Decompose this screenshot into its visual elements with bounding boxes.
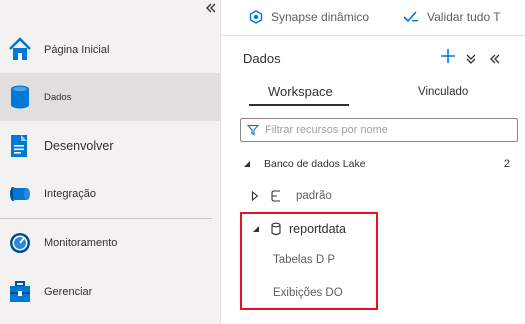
gauge-icon xyxy=(10,233,30,253)
tab-vinculado[interactable]: Vinculado xyxy=(418,86,468,98)
add-icon[interactable] xyxy=(439,46,457,66)
tree-item-padrao[interactable]: padrão xyxy=(251,187,332,205)
double-chevron-left-icon[interactable] xyxy=(489,49,501,69)
filter-icon xyxy=(247,124,259,136)
synapse-icon xyxy=(249,10,263,24)
nav-item-integracao[interactable]: Integração xyxy=(0,170,220,218)
pipeline-icon xyxy=(10,187,30,201)
caret-right-icon xyxy=(251,191,259,201)
document-icon xyxy=(11,135,27,157)
tree-group-label: Banco de dados Lake xyxy=(264,158,366,170)
home-icon xyxy=(9,37,31,60)
search-input[interactable] xyxy=(265,122,513,138)
validate-all-button[interactable]: Validar tudo T xyxy=(403,7,501,27)
collapse-all-icon[interactable] xyxy=(465,49,477,69)
nav-item-desenvolver[interactable]: Desenvolver xyxy=(0,122,220,170)
nav-item-label: Página Inicial xyxy=(44,44,110,56)
nav-item-label: Desenvolver xyxy=(44,139,114,153)
collapse-nav-button[interactable] xyxy=(204,2,218,18)
tree-item-label: padrão xyxy=(296,190,332,202)
validate-all-label: Validar tudo T xyxy=(427,10,501,24)
nav-item-dados[interactable]: Dados xyxy=(0,73,220,121)
database-icon xyxy=(271,190,280,202)
nav-item-pagina-inicial[interactable]: Página Inicial xyxy=(0,26,220,74)
highlight-annotation-box xyxy=(240,212,378,310)
top-toolbar: Synapse dinâmico Validar tudo T xyxy=(221,0,525,36)
left-navigation: Página Inicial Dados Desenvolver Integra… xyxy=(0,0,221,324)
active-tab-indicator xyxy=(249,104,349,106)
caret-down-icon xyxy=(244,161,250,167)
nav-item-label: Dados xyxy=(44,91,72,103)
synapse-dynamic-button[interactable]: Synapse dinâmico xyxy=(249,7,369,27)
panel-title: Dados xyxy=(243,51,281,66)
double-chevron-left-icon xyxy=(206,3,216,13)
tab-workspace[interactable]: Workspace xyxy=(268,84,333,99)
nav-item-label: Integração xyxy=(44,188,96,200)
tree-group-lake-database[interactable]: Banco de dados Lake 2 xyxy=(243,156,513,172)
nav-item-label: Monitoramento xyxy=(44,237,118,249)
validate-check-icon xyxy=(403,11,418,23)
synapse-dynamic-label: Synapse dinâmico xyxy=(271,10,370,24)
tree-group-count: 2 xyxy=(503,158,510,170)
toolbox-icon xyxy=(10,281,30,302)
database-icon xyxy=(11,85,29,109)
nav-item-gerenciar[interactable]: Gerenciar xyxy=(0,268,220,316)
resource-filter-box[interactable] xyxy=(240,118,518,142)
nav-item-monitoramento[interactable]: Monitoramento xyxy=(0,219,220,267)
nav-item-label: Gerenciar xyxy=(44,286,93,298)
